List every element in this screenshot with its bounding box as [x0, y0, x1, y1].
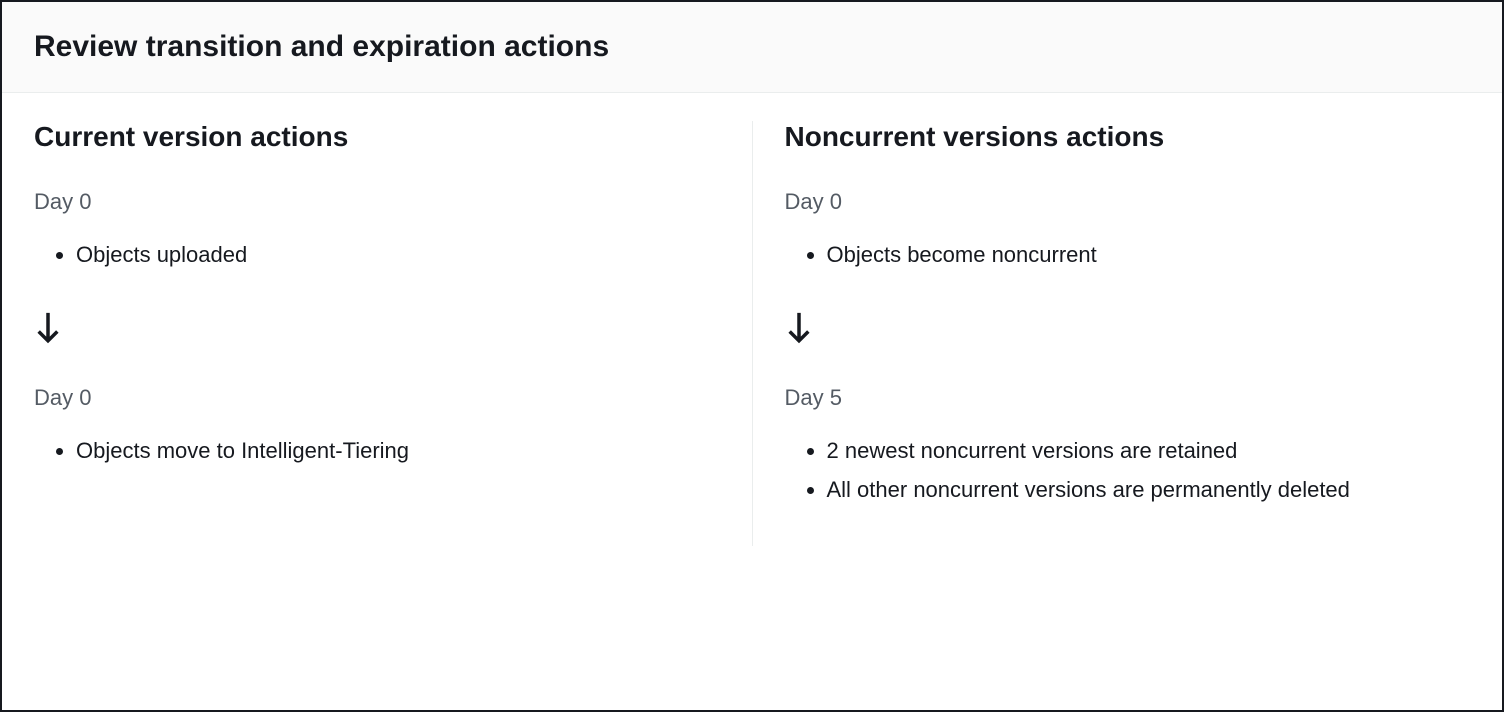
- arrow-down-icon: [34, 310, 720, 349]
- action-list: 2 newest noncurrent versions are retaine…: [785, 431, 1471, 509]
- panel-body: Current version actions Day 0 Objects up…: [2, 93, 1502, 574]
- panel-header: Review transition and expiration actions: [2, 2, 1502, 93]
- day-label: Day 0: [34, 385, 720, 411]
- noncurrent-step-1: Day 5 2 newest noncurrent versions are r…: [785, 385, 1471, 509]
- current-version-title: Current version actions: [34, 121, 720, 153]
- current-step-1: Day 0 Objects move to Intelligent-Tierin…: [34, 385, 720, 470]
- panel-title: Review transition and expiration actions: [34, 30, 1470, 64]
- action-list: Objects become noncurrent: [785, 235, 1471, 274]
- action-list: Objects uploaded: [34, 235, 720, 274]
- noncurrent-version-column: Noncurrent versions actions Day 0 Object…: [753, 121, 1503, 546]
- day-label: Day 0: [34, 189, 720, 215]
- review-panel: Review transition and expiration actions…: [0, 0, 1504, 712]
- arrow-down-icon: [785, 310, 1471, 349]
- list-item: All other noncurrent versions are perman…: [827, 470, 1471, 509]
- list-item: 2 newest noncurrent versions are retaine…: [827, 431, 1471, 470]
- list-item: Objects uploaded: [76, 235, 720, 274]
- day-label: Day 0: [785, 189, 1471, 215]
- list-item: Objects move to Intelligent-Tiering: [76, 431, 720, 470]
- current-version-column: Current version actions Day 0 Objects up…: [2, 121, 753, 546]
- list-item: Objects become noncurrent: [827, 235, 1471, 274]
- noncurrent-step-0: Day 0 Objects become noncurrent: [785, 189, 1471, 274]
- action-list: Objects move to Intelligent-Tiering: [34, 431, 720, 470]
- day-label: Day 5: [785, 385, 1471, 411]
- current-step-0: Day 0 Objects uploaded: [34, 189, 720, 274]
- noncurrent-version-title: Noncurrent versions actions: [785, 121, 1471, 153]
